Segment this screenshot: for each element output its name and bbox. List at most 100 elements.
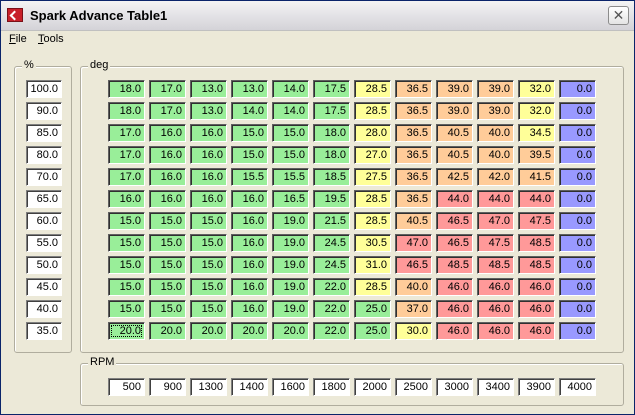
table-cell[interactable]: 25.0 (354, 300, 391, 318)
table-cell[interactable]: 0.0 (559, 300, 596, 318)
table-cell[interactable]: 17.0 (108, 168, 145, 186)
table-cell[interactable]: 16.0 (190, 168, 227, 186)
table-cell[interactable]: 22.0 (313, 278, 350, 296)
table-cell[interactable]: 16.0 (231, 190, 268, 208)
table-cell[interactable]: 47.0 (395, 234, 432, 252)
table-cell[interactable]: 15.0 (108, 256, 145, 274)
table-cell[interactable]: 18.5 (313, 168, 350, 186)
rpm-cell[interactable]: 500 (108, 378, 145, 396)
table-cell[interactable]: 46.0 (436, 322, 473, 340)
table-cell[interactable]: 16.0 (231, 234, 268, 252)
percent-cell[interactable]: 60.0 (26, 212, 62, 230)
table-cell[interactable]: 15.0 (190, 212, 227, 230)
table-cell[interactable]: 0.0 (559, 146, 596, 164)
rpm-cell[interactable]: 4000 (559, 378, 596, 396)
table-cell[interactable]: 46.5 (436, 234, 473, 252)
table-cell[interactable]: 28.5 (354, 80, 391, 98)
table-cell[interactable]: 15.5 (231, 168, 268, 186)
table-cell[interactable]: 15.0 (231, 146, 268, 164)
table-cell[interactable]: 46.0 (436, 300, 473, 318)
table-cell[interactable]: 39.0 (436, 102, 473, 120)
table-cell[interactable]: 14.0 (272, 80, 309, 98)
table-cell[interactable]: 40.0 (477, 124, 514, 142)
table-cell[interactable]: 19.5 (313, 190, 350, 208)
table-cell[interactable]: 20.0 (149, 322, 186, 340)
title-bar[interactable]: Spark Advance Table1 ✕ (1, 1, 634, 31)
table-cell[interactable]: 16.0 (231, 212, 268, 230)
table-cell[interactable]: 0.0 (559, 168, 596, 186)
table-cell[interactable]: 30.5 (354, 234, 391, 252)
table-cell[interactable]: 39.0 (436, 80, 473, 98)
table-cell[interactable]: 47.0 (477, 212, 514, 230)
table-cell[interactable]: 22.0 (313, 300, 350, 318)
table-cell[interactable]: 36.5 (395, 168, 432, 186)
table-cell[interactable]: 15.0 (272, 146, 309, 164)
table-cell[interactable]: 0.0 (559, 278, 596, 296)
table-cell[interactable]: 28.5 (354, 278, 391, 296)
table-cell[interactable]: 17.5 (313, 80, 350, 98)
table-cell[interactable]: 46.0 (518, 322, 555, 340)
table-cell[interactable]: 15.0 (108, 278, 145, 296)
table-cell[interactable]: 32.0 (518, 102, 555, 120)
table-cell[interactable]: 16.0 (231, 300, 268, 318)
table-cell[interactable]: 15.0 (149, 212, 186, 230)
table-cell[interactable]: 42.0 (477, 168, 514, 186)
table-cell[interactable]: 16.0 (231, 278, 268, 296)
percent-cell[interactable]: 90.0 (26, 102, 62, 120)
table-cell[interactable]: 37.0 (395, 300, 432, 318)
table-cell[interactable]: 14.0 (272, 102, 309, 120)
table-cell[interactable]: 44.0 (477, 190, 514, 208)
table-cell[interactable]: 0.0 (559, 256, 596, 274)
table-cell[interactable]: 46.0 (518, 300, 555, 318)
table-cell[interactable]: 19.0 (272, 278, 309, 296)
percent-cell[interactable]: 50.0 (26, 256, 62, 274)
table-cell[interactable]: 15.5 (272, 168, 309, 186)
percent-cell[interactable]: 100.0 (26, 80, 62, 98)
table-cell[interactable]: 15.0 (149, 234, 186, 252)
percent-cell[interactable]: 70.0 (26, 168, 62, 186)
table-cell[interactable]: 40.5 (436, 146, 473, 164)
rpm-cell[interactable]: 2000 (354, 378, 391, 396)
table-cell[interactable]: 0.0 (559, 234, 596, 252)
table-cell[interactable]: 20.0 (272, 322, 309, 340)
table-cell[interactable]: 0.0 (559, 124, 596, 142)
table-cell[interactable]: 25.0 (354, 322, 391, 340)
table-cell[interactable]: 0.0 (559, 102, 596, 120)
percent-cell[interactable]: 55.0 (26, 234, 62, 252)
table-cell[interactable]: 48.5 (477, 256, 514, 274)
table-cell[interactable]: 0.0 (559, 322, 596, 340)
table-cell[interactable]: 16.0 (190, 190, 227, 208)
table-cell[interactable]: 20.0 (108, 322, 145, 340)
table-cell[interactable]: 16.0 (149, 124, 186, 142)
table-cell[interactable]: 15.0 (190, 300, 227, 318)
table-cell[interactable]: 19.0 (272, 234, 309, 252)
rpm-cell[interactable]: 900 (149, 378, 186, 396)
table-cell[interactable]: 18.0 (313, 146, 350, 164)
table-cell[interactable]: 17.0 (108, 124, 145, 142)
table-cell[interactable]: 17.0 (149, 102, 186, 120)
table-cell[interactable]: 46.0 (518, 278, 555, 296)
table-cell[interactable]: 18.0 (313, 124, 350, 142)
percent-cell[interactable]: 65.0 (26, 190, 62, 208)
table-cell[interactable]: 36.5 (395, 190, 432, 208)
table-cell[interactable]: 44.0 (518, 190, 555, 208)
table-cell[interactable]: 22.0 (313, 322, 350, 340)
table-cell[interactable]: 32.0 (518, 80, 555, 98)
table-cell[interactable]: 28.5 (354, 212, 391, 230)
table-cell[interactable]: 46.0 (477, 322, 514, 340)
table-cell[interactable]: 46.0 (477, 278, 514, 296)
table-cell[interactable]: 19.0 (272, 212, 309, 230)
table-cell[interactable]: 16.0 (149, 168, 186, 186)
table-cell[interactable]: 47.5 (518, 212, 555, 230)
table-cell[interactable]: 39.0 (477, 102, 514, 120)
table-cell[interactable]: 28.0 (354, 124, 391, 142)
table-cell[interactable]: 39.0 (477, 80, 514, 98)
table-cell[interactable]: 34.5 (518, 124, 555, 142)
table-cell[interactable]: 40.0 (395, 278, 432, 296)
table-cell[interactable]: 15.0 (190, 234, 227, 252)
close-button[interactable]: ✕ (608, 6, 629, 25)
table-cell[interactable]: 15.0 (149, 278, 186, 296)
table-cell[interactable]: 20.0 (190, 322, 227, 340)
table-cell[interactable]: 40.5 (395, 212, 432, 230)
table-cell[interactable]: 27.5 (354, 168, 391, 186)
